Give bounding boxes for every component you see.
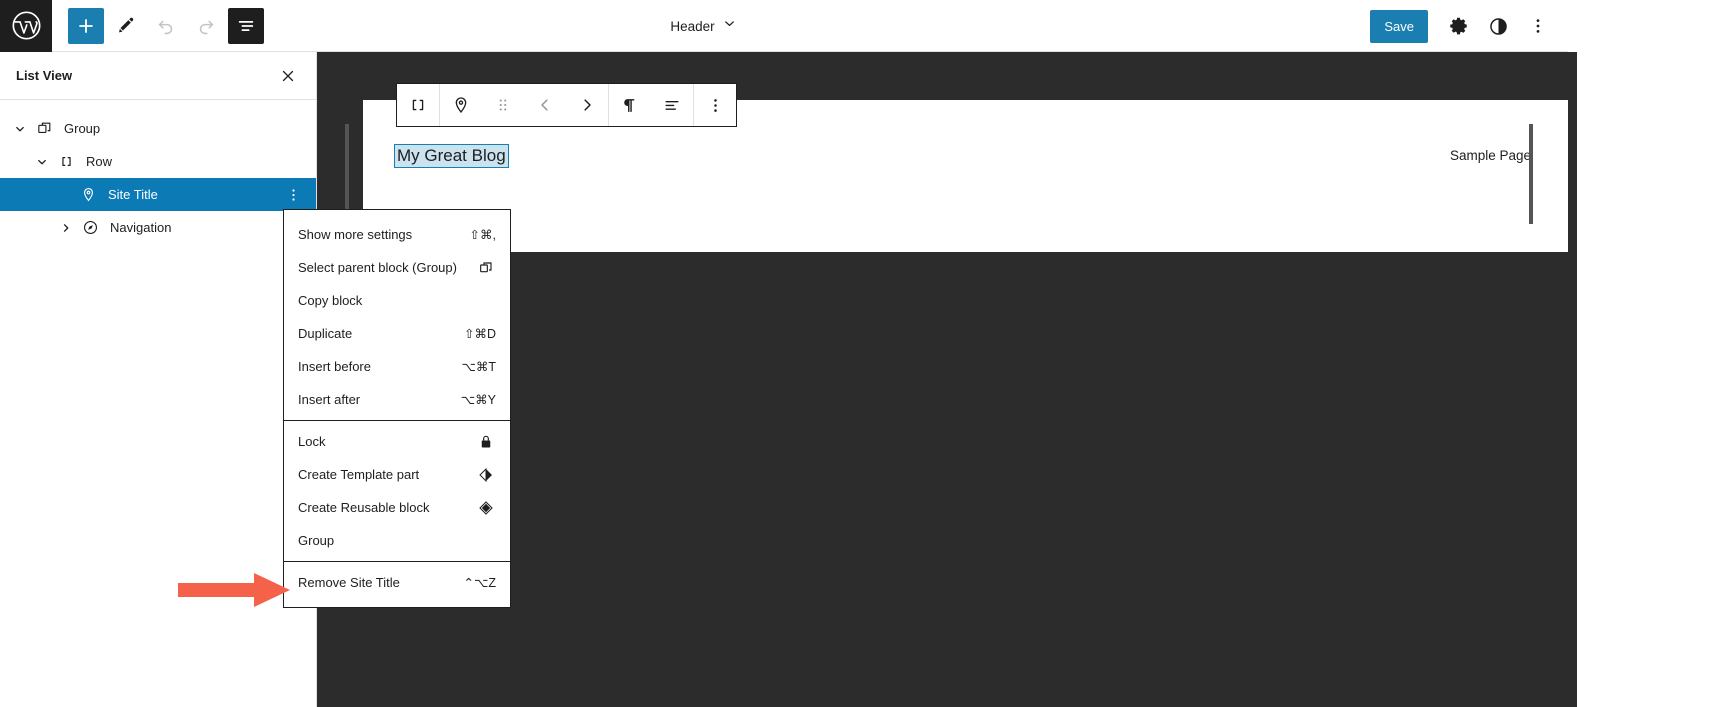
chevron-down-icon[interactable] xyxy=(8,122,32,136)
menu-show-more-settings[interactable]: Show more settings ⇧⌘, xyxy=(284,218,510,251)
undo-button[interactable] xyxy=(148,8,184,44)
close-icon[interactable] xyxy=(274,62,302,90)
template-part-icon xyxy=(476,465,496,485)
menu-copy-block[interactable]: Copy block xyxy=(284,284,510,317)
block-options-dropdown: Show more settings ⇧⌘, Select parent blo… xyxy=(283,209,511,608)
list-view-sidebar: List View Group Row Site Title Navigatio… xyxy=(0,52,317,707)
menu-insert-before[interactable]: Insert before ⌥⌘T xyxy=(284,350,510,383)
chevron-right-icon[interactable] xyxy=(54,221,78,235)
menu-section-remove: Remove Site Title ⌃⌥Z xyxy=(284,561,510,603)
menu-item-label: Select parent block (Group) xyxy=(298,260,457,275)
menu-section-tools: Lock Create Template part Create Reusabl… xyxy=(284,420,510,561)
menu-lock[interactable]: Lock xyxy=(284,425,510,458)
group-icon xyxy=(32,120,56,137)
top-bar-tools xyxy=(52,7,264,44)
edit-mode-button[interactable] xyxy=(108,8,144,44)
block-toolbar-group-options xyxy=(694,84,736,126)
tree-item-options-button[interactable] xyxy=(285,186,302,203)
add-block-button[interactable] xyxy=(68,7,104,44)
list-view-button[interactable] xyxy=(228,7,264,44)
chevron-down-icon[interactable] xyxy=(30,155,54,169)
site-title-pin-icon xyxy=(76,186,100,203)
page-right-margin xyxy=(1568,0,1729,707)
menu-remove-site-title[interactable]: Remove Site Title ⌃⌥Z xyxy=(284,566,510,599)
wordpress-logo-icon[interactable] xyxy=(0,0,52,52)
group-icon xyxy=(476,258,496,278)
block-toolbar-group-format xyxy=(609,84,694,126)
site-title-block[interactable]: My Great Blog xyxy=(394,144,509,168)
chevron-down-icon xyxy=(722,16,737,36)
menu-create-reusable-block[interactable]: Create Reusable block xyxy=(284,491,510,524)
menu-create-template-part[interactable]: Create Template part xyxy=(284,458,510,491)
list-view-header: List View xyxy=(0,52,316,100)
tree-item-label: Navigation xyxy=(110,220,172,235)
document-title-text: Header xyxy=(670,18,715,34)
document-title-button[interactable]: Header xyxy=(662,11,744,41)
tree-item-group[interactable]: Group xyxy=(0,112,316,145)
menu-item-label: Create Template part xyxy=(298,467,420,482)
menu-item-shortcut: ⇧⌘D xyxy=(463,327,496,341)
tree-item-navigation[interactable]: Navigation xyxy=(0,211,316,244)
nav-link-sample-page[interactable]: Sample Page xyxy=(1450,148,1531,163)
editor-top-bar: Header Save xyxy=(0,0,1568,52)
wordpress-site-editor: Header Save My Great Blog Sample Page Li… xyxy=(0,0,1729,707)
block-toolbar-group-parent xyxy=(397,84,440,126)
block-tree: Group Row Site Title Navigation xyxy=(0,100,316,244)
vertical-scrollbar[interactable] xyxy=(1553,52,1567,707)
block-toolbar-group-block xyxy=(440,84,609,126)
tree-item-row[interactable]: Row xyxy=(0,145,316,178)
menu-item-label: Copy block xyxy=(298,293,363,308)
menu-item-label: Duplicate xyxy=(298,326,353,341)
redo-button[interactable] xyxy=(188,8,224,44)
menu-item-shortcut: ⌥⌘Y xyxy=(460,393,496,407)
menu-item-label: Remove Site Title xyxy=(298,575,400,590)
align-text-button[interactable] xyxy=(651,84,693,126)
canvas-right-edge xyxy=(1568,52,1577,707)
lock-icon xyxy=(476,432,496,452)
save-button[interactable]: Save xyxy=(1370,9,1428,43)
menu-item-shortcut: ⌃⌥Z xyxy=(463,576,496,590)
menu-item-shortcut: ⇧⌘, xyxy=(469,228,496,242)
top-bar-right-tools: Save xyxy=(1370,0,1568,52)
block-type-button[interactable] xyxy=(440,84,482,126)
menu-select-parent-block[interactable]: Select parent block (Group) xyxy=(284,251,510,284)
tree-item-label: Group xyxy=(64,121,101,136)
reusable-block-icon xyxy=(476,498,496,518)
list-view-title: List View xyxy=(16,68,73,83)
annotation-arrow-icon xyxy=(178,572,290,608)
menu-item-label: Create Reusable block xyxy=(298,500,430,515)
move-right-button[interactable] xyxy=(566,84,608,126)
block-options-button[interactable] xyxy=(694,84,736,126)
navigation-icon xyxy=(78,219,102,236)
options-button[interactable] xyxy=(1520,8,1556,44)
menu-item-shortcut: ⌥⌘T xyxy=(461,360,496,374)
menu-section-primary: Show more settings ⇧⌘, Select parent blo… xyxy=(284,214,510,420)
menu-duplicate[interactable]: Duplicate ⇧⌘D xyxy=(284,317,510,350)
settings-button[interactable] xyxy=(1440,8,1476,44)
menu-item-label: Group xyxy=(298,533,335,548)
tree-item-label: Site Title xyxy=(108,187,158,202)
tree-item-site-title[interactable]: Site Title xyxy=(0,178,316,211)
menu-item-label: Insert before xyxy=(298,359,371,374)
menu-item-label: Show more settings xyxy=(298,227,413,242)
parent-row-block-button[interactable] xyxy=(397,84,439,126)
drag-handle-button[interactable] xyxy=(482,84,524,126)
row-icon xyxy=(54,153,78,170)
menu-insert-after[interactable]: Insert after ⌥⌘Y xyxy=(284,383,510,416)
menu-item-label: Insert after xyxy=(298,392,361,407)
menu-item-label: Lock xyxy=(298,434,326,449)
tree-item-label: Row xyxy=(86,154,113,169)
styles-button[interactable] xyxy=(1480,8,1516,44)
block-right-handle xyxy=(1529,124,1533,224)
change-heading-level-button[interactable] xyxy=(609,84,651,126)
move-left-button[interactable] xyxy=(524,84,566,126)
block-toolbar xyxy=(396,83,737,127)
menu-group[interactable]: Group xyxy=(284,524,510,557)
